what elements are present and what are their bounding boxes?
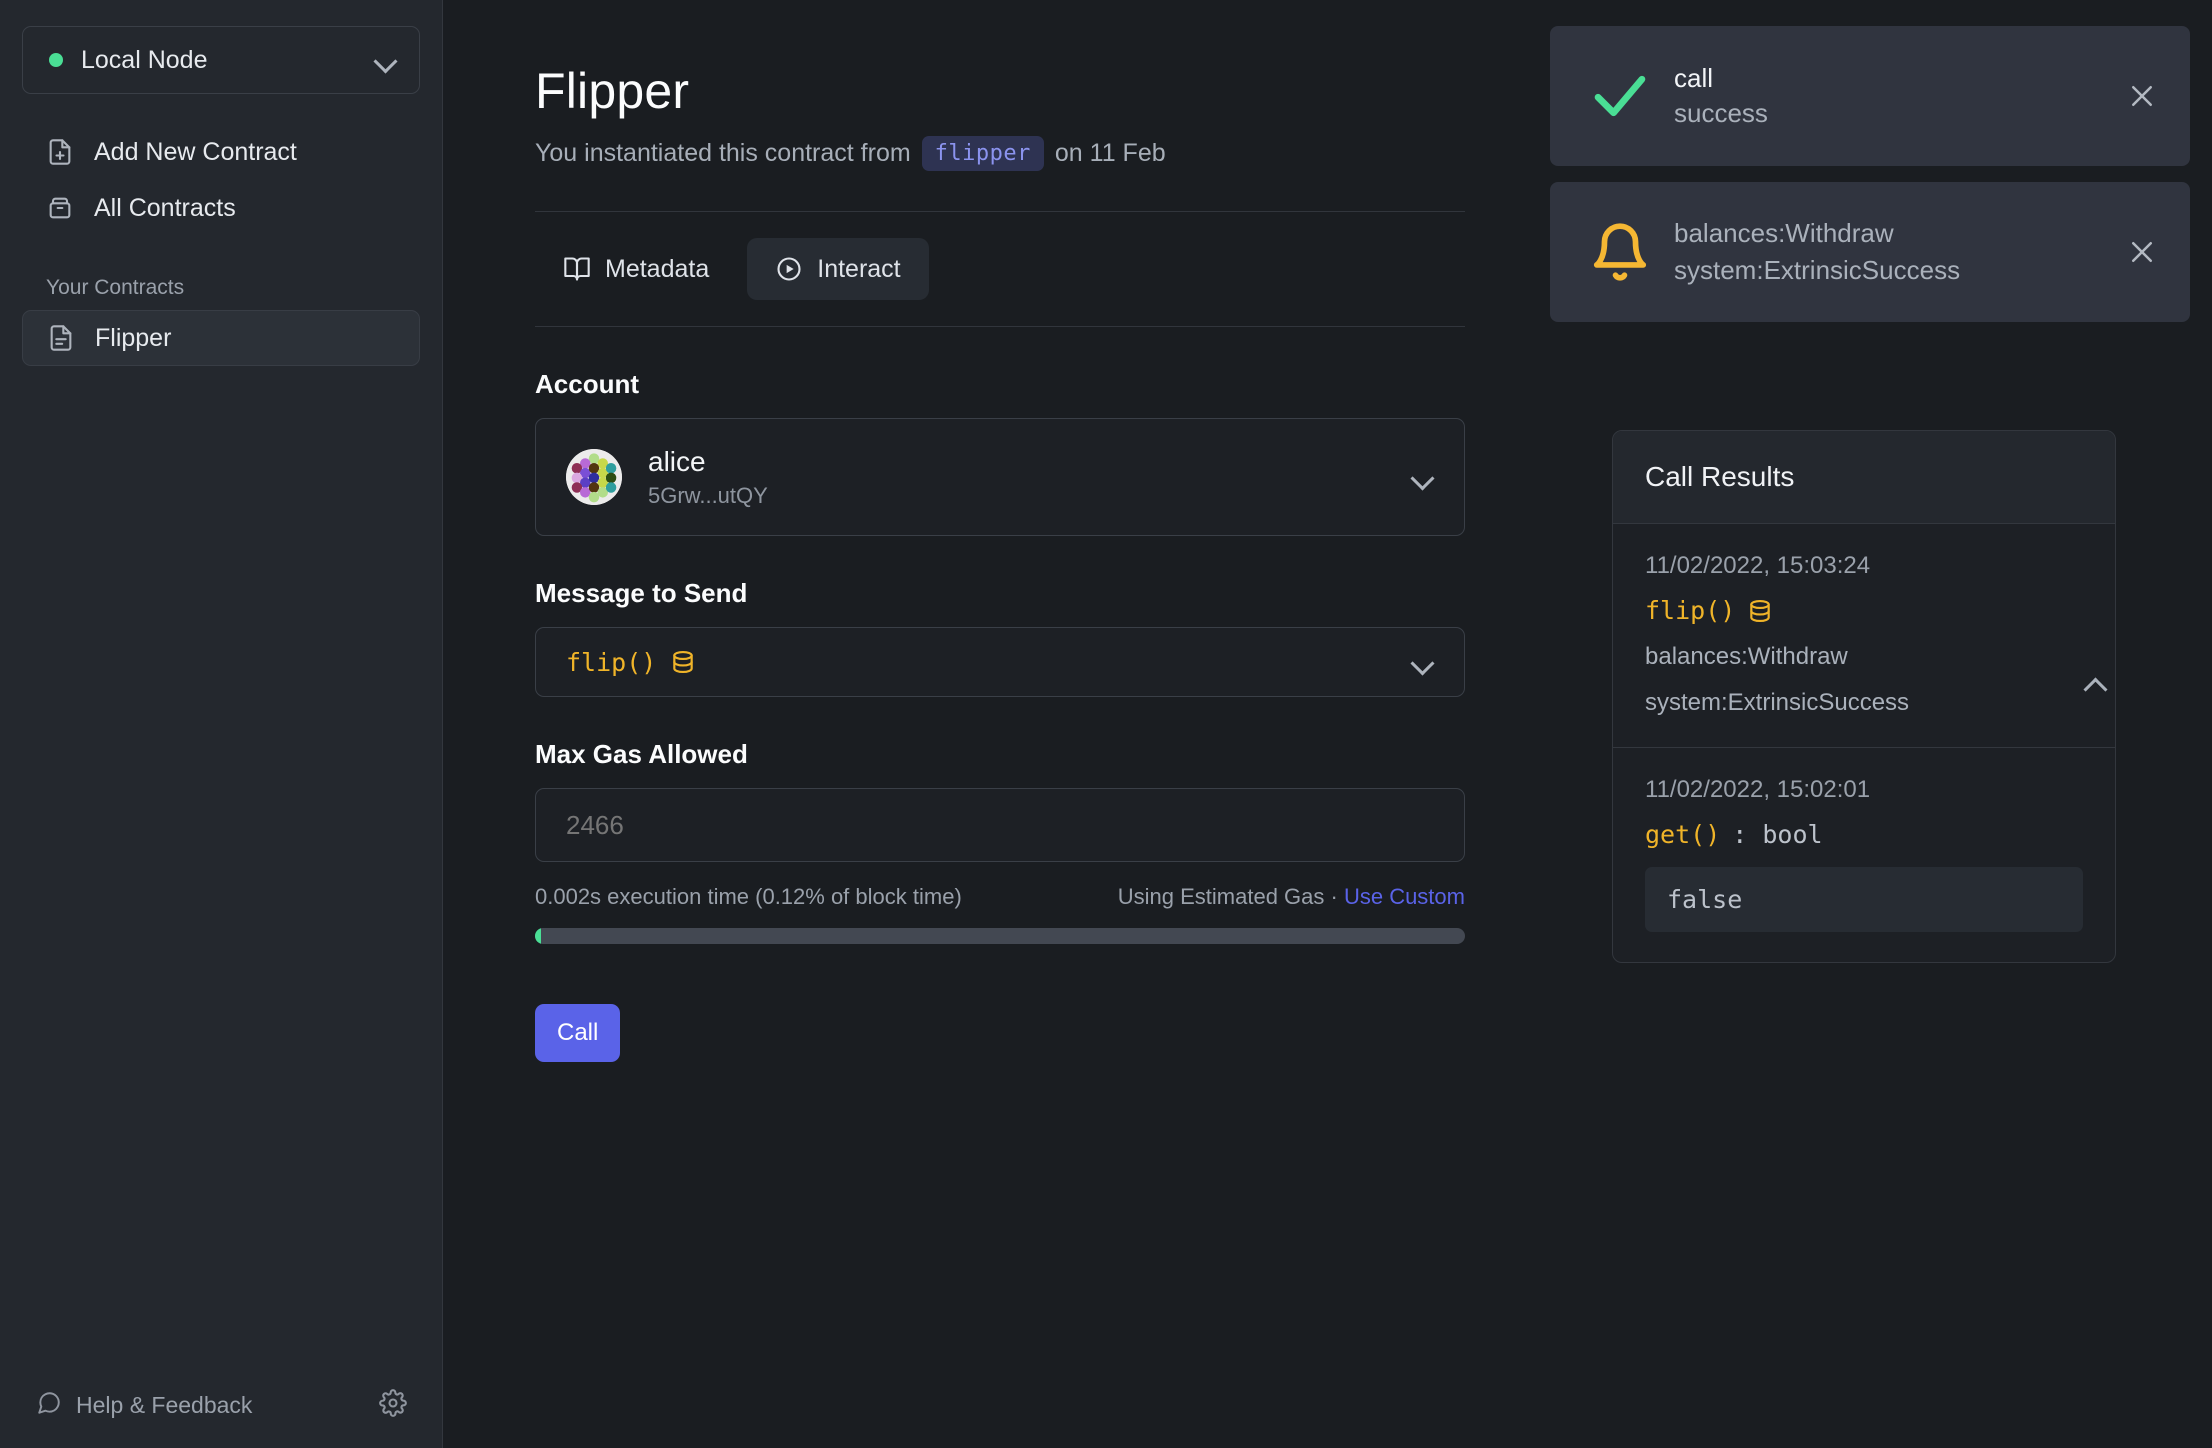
gas-estimate-note: Using Estimated Gas · Use Custom (1118, 884, 1465, 910)
check-icon (1582, 65, 1658, 127)
result-call: flip() (1645, 596, 2083, 625)
toast-call-success: call success (1550, 26, 2190, 166)
node-label: Local Node (81, 45, 208, 74)
main-content: Flipper You instantiated this contract f… (443, 0, 2212, 1448)
node-selector[interactable]: Local Node (22, 26, 420, 94)
toast-event-line-2: system:ExtrinsicSuccess (1674, 255, 1961, 285)
subtitle-prefix: You instantiated this contract from (535, 139, 911, 167)
identicon-avatar (566, 449, 622, 505)
code-hash-chip: flipper (921, 136, 1044, 171)
file-plus-icon (46, 138, 74, 166)
file-text-icon (47, 324, 75, 352)
toast-body: call success (1658, 61, 2120, 131)
sidebar-item-flipper[interactable]: Flipper (22, 310, 420, 366)
subtitle-suffix: on 11 Feb (1054, 139, 1166, 167)
sidebar-item-label: Flipper (95, 323, 172, 352)
tab-label: Metadata (605, 254, 710, 283)
message-square-icon (36, 1390, 76, 1422)
result-return-type: : bool (1732, 820, 1823, 849)
account-info: alice 5Grw...utQY (648, 445, 1412, 509)
sidebar-item-all-contracts[interactable]: All Contracts (22, 180, 420, 236)
gas-progress-bar (535, 928, 1465, 944)
tab-metadata[interactable]: Metadata (535, 238, 737, 300)
database-icon (670, 649, 696, 675)
toast-title: call (1674, 62, 1714, 93)
result-call: get() : bool (1645, 820, 2083, 849)
toast-subtitle: success (1674, 98, 1768, 128)
result-timestamp: 11/02/2022, 15:02:01 (1645, 776, 1871, 803)
account-address: 5Grw...utQY (648, 483, 768, 509)
call-result-item: 11/02/2022, 15:03:24 flip() balances:Wit… (1613, 524, 2115, 748)
bell-icon (1582, 221, 1658, 283)
account-name: alice (648, 445, 706, 477)
account-label: Account (535, 369, 639, 399)
result-call-signature: get() (1645, 820, 1721, 849)
result-output-value: false (1645, 867, 2083, 932)
sidebar-footer: Help & Feedback (0, 1389, 443, 1422)
call-results-title: Call Results (1613, 431, 2115, 524)
message-value: flip() (566, 648, 1412, 677)
book-icon (563, 255, 591, 283)
call-button[interactable]: Call (535, 1004, 621, 1062)
use-custom-gas-link[interactable]: Use Custom (1344, 884, 1465, 909)
page-title: Flipper (535, 63, 690, 119)
result-event: system:ExtrinsicSuccess (1645, 689, 1910, 716)
play-circle-icon (775, 255, 803, 283)
gas-execution-note: 0.002s execution time (0.12% of block ti… (535, 884, 962, 909)
result-event: balances:Withdraw (1645, 643, 1848, 670)
archive-icon (46, 194, 74, 222)
call-result-item: 11/02/2022, 15:02:01 get() : bool false (1613, 748, 2115, 962)
tab-label: Interact (817, 254, 901, 283)
database-icon (1747, 598, 1773, 624)
chevron-down-icon (1412, 651, 1434, 673)
help-and-feedback-link[interactable]: Help & Feedback (36, 1390, 379, 1422)
close-icon[interactable] (2120, 81, 2164, 111)
sidebar-item-add-new-contract[interactable]: Add New Contract (22, 124, 420, 180)
max-gas-label: Max Gas Allowed (535, 739, 748, 769)
result-call-signature: flip() (1645, 596, 1736, 625)
help-and-feedback-label: Help & Feedback (76, 1392, 253, 1418)
gas-meta: 0.002s execution time (0.12% of block ti… (535, 884, 1465, 910)
node-status-dot (49, 53, 63, 67)
contract-subtitle: You instantiated this contract from flip… (535, 136, 1465, 171)
chevron-down-icon (375, 49, 397, 71)
tab-divider (535, 326, 1465, 327)
toast-body: balances:Withdraw system:ExtrinsicSucces… (1658, 215, 2120, 289)
account-select[interactable]: alice 5Grw...utQY (535, 418, 1465, 536)
message-signature: flip() (566, 647, 657, 677)
sidebar-section-label: Your Contracts (46, 276, 185, 299)
call-results-panel: Call Results 11/02/2022, 15:03:24 flip()… (1612, 430, 2116, 963)
sidebar: Local Node Add New Contract All Contract… (0, 0, 443, 1448)
tab-interact[interactable]: Interact (747, 238, 929, 300)
max-gas-input[interactable] (535, 788, 1465, 862)
result-timestamp: 11/02/2022, 15:03:24 (1645, 552, 1871, 579)
sidebar-nav: Add New Contract All Contracts (0, 124, 442, 236)
gas-estimate-text: Using Estimated Gas · (1117, 884, 1338, 909)
gas-progress-fill (535, 928, 541, 944)
toast-events: balances:Withdraw system:ExtrinsicSucces… (1550, 182, 2190, 322)
chevron-down-icon (1412, 466, 1434, 488)
toast-stack: call success balances:Withdraw system:Ex… (1550, 26, 2190, 338)
tab-bar: Metadata Interact (535, 212, 1465, 326)
message-label: Message to Send (535, 578, 748, 608)
app-root: Local Node Add New Contract All Contract… (0, 0, 2212, 1448)
gear-icon (379, 1389, 407, 1422)
sidebar-item-label: All Contracts (94, 193, 236, 222)
contract-panel: Flipper You instantiated this contract f… (535, 62, 1465, 1062)
message-select[interactable]: flip() (535, 627, 1465, 697)
close-icon[interactable] (2120, 237, 2164, 267)
toast-event-line-1: balances:Withdraw (1674, 218, 1894, 249)
settings-button[interactable] (379, 1389, 407, 1422)
sidebar-item-label: Add New Contract (94, 137, 297, 166)
